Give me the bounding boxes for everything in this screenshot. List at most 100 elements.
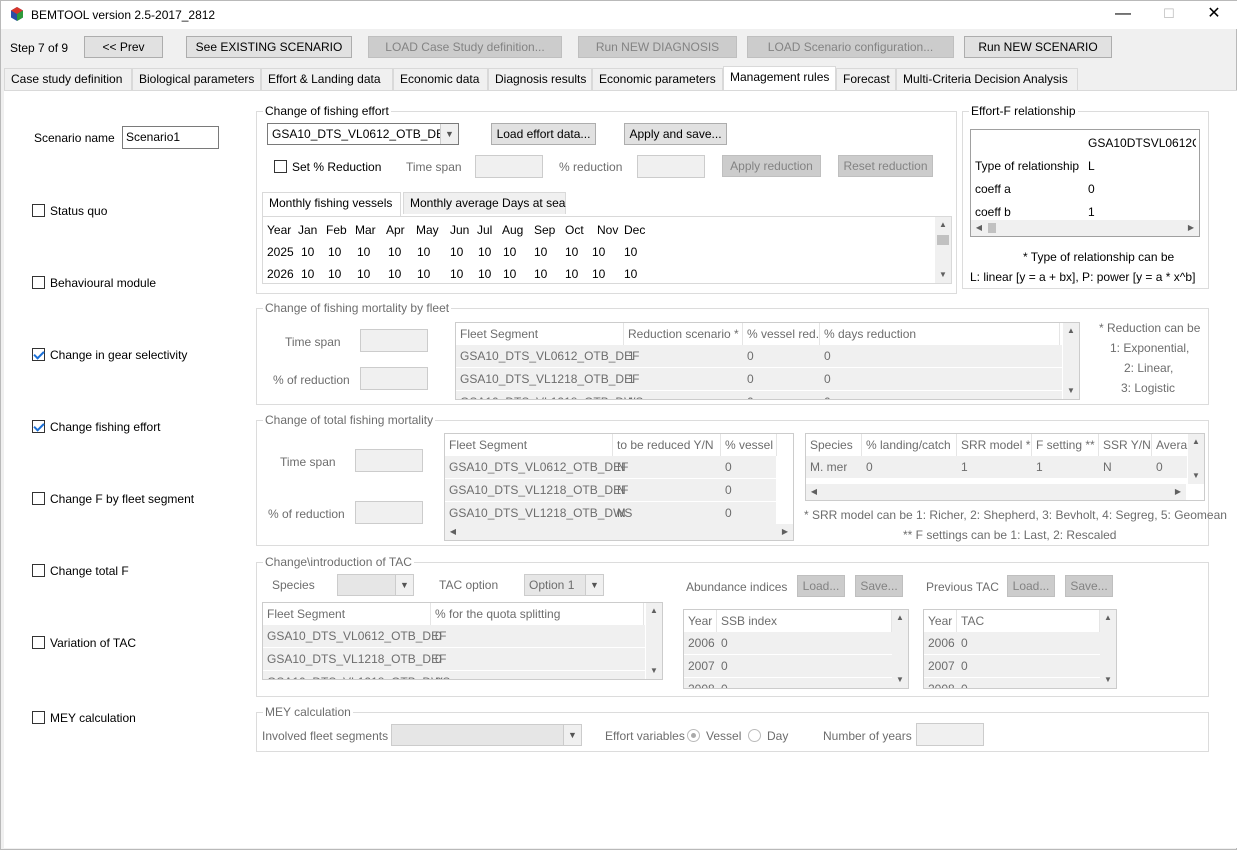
scroll-up-icon[interactable]: ▲ bbox=[1063, 323, 1079, 339]
mey-calculation-checkbox[interactable] bbox=[32, 711, 45, 724]
horizontal-scrollbar[interactable]: ◀ ▶ bbox=[806, 484, 1186, 500]
table-row[interactable]: 2025 10 10 10 10 10 10 10 10 10 10 10 10 bbox=[263, 241, 951, 263]
table-row[interactable]: 2007 0 bbox=[924, 655, 1100, 677]
number-of-years-input[interactable] bbox=[916, 723, 984, 746]
abundance-load-button[interactable]: Load... bbox=[797, 575, 845, 597]
previous-tac-load-button[interactable]: Load... bbox=[1007, 575, 1055, 597]
tab-case-study[interactable]: Case study definition bbox=[4, 68, 132, 90]
effort-f-table[interactable]: GSA10DTSVL0612OTI Type of relationshipL … bbox=[970, 129, 1200, 237]
scroll-down-icon[interactable]: ▼ bbox=[1188, 468, 1204, 484]
vertical-scrollbar[interactable]: ▲ ▼ bbox=[1063, 323, 1079, 399]
reset-reduction-button[interactable]: Reset reduction bbox=[838, 155, 933, 177]
minimize-button[interactable]: — bbox=[1100, 1, 1146, 29]
apply-reduction-button[interactable]: Apply reduction bbox=[722, 155, 821, 177]
effort-time-span-input[interactable] bbox=[475, 155, 543, 178]
scroll-up-icon[interactable]: ▲ bbox=[1188, 434, 1204, 450]
fleet-pct-reduction-input[interactable] bbox=[360, 367, 428, 390]
scroll-left-icon[interactable]: ◀ bbox=[445, 524, 461, 540]
apply-save-button[interactable]: Apply and save... bbox=[624, 123, 727, 145]
tab-biological[interactable]: Biological parameters bbox=[132, 68, 261, 90]
table-row[interactable]: Type of relationship L bbox=[971, 155, 1199, 177]
scroll-right-icon[interactable]: ▶ bbox=[1170, 484, 1186, 500]
total-fleet-table[interactable]: Fleet Segment to be reduced Y/N % vessel… bbox=[444, 433, 794, 541]
scroll-right-icon[interactable]: ▶ bbox=[777, 524, 793, 540]
scroll-right-icon[interactable]: ▶ bbox=[1183, 220, 1199, 236]
set-reduction-checkbox[interactable] bbox=[274, 160, 287, 173]
tab-effort-landing[interactable]: Effort & Landing data bbox=[261, 68, 393, 90]
scroll-up-icon[interactable]: ▲ bbox=[935, 217, 951, 233]
tab-diagnosis[interactable]: Diagnosis results bbox=[488, 68, 592, 90]
tab-economic-data[interactable]: Economic data bbox=[393, 68, 488, 90]
horizontal-scrollbar[interactable]: ◀ ▶ bbox=[445, 524, 793, 540]
scroll-up-icon[interactable]: ▲ bbox=[892, 610, 908, 626]
run-new-scenario-button[interactable]: Run NEW SCENARIO bbox=[964, 36, 1112, 58]
scroll-left-icon[interactable]: ◀ bbox=[971, 220, 987, 236]
close-button[interactable]: ✕ bbox=[1191, 1, 1237, 29]
fleet-mortality-table[interactable]: Fleet Segment Reduction scenario * % ves… bbox=[455, 322, 1080, 400]
table-row[interactable]: GSA10_DTS_VL1218_OTB_DWS1 0 0 bbox=[456, 391, 1062, 399]
tac-option-select[interactable]: Option 1 ▼ bbox=[524, 574, 604, 596]
load-effort-button[interactable]: Load effort data... bbox=[491, 123, 596, 145]
effort-pct-reduction-input[interactable] bbox=[637, 155, 705, 178]
maximize-button[interactable]: ☐ bbox=[1146, 1, 1192, 29]
table-row[interactable]: M. mer 0 1 1 N 0 bbox=[806, 456, 1187, 478]
day-radio[interactable] bbox=[748, 729, 761, 742]
ssb-index-table[interactable]: Year SSB index 2006 0 2007 0 2008 0 ▲ ▼ bbox=[683, 609, 909, 689]
vertical-scrollbar[interactable]: ▲ ▼ bbox=[646, 603, 662, 679]
fishing-effort-checkbox[interactable] bbox=[32, 420, 45, 433]
fleet-segment-select[interactable]: GSA10_DTS_VL0612_OTB_DEF ▼ bbox=[267, 123, 459, 145]
table-row[interactable]: GSA10_DTS_VL1218_OTB_DEF 0 bbox=[263, 648, 645, 670]
previous-tac-save-button[interactable]: Save... bbox=[1065, 575, 1113, 597]
status-quo-checkbox[interactable] bbox=[32, 204, 45, 217]
f-by-fleet-checkbox[interactable] bbox=[32, 492, 45, 505]
monthly-vessels-table[interactable]: Year Jan Feb Mar Apr May Jun Jul Aug Sep… bbox=[262, 216, 952, 284]
see-existing-scenario-button[interactable]: See EXISTING SCENARIO bbox=[186, 36, 352, 58]
table-row[interactable]: 2026 10 10 10 10 10 10 10 10 10 10 10 10 bbox=[263, 263, 951, 283]
total-f-checkbox[interactable] bbox=[32, 564, 45, 577]
scenario-name-input[interactable]: Scenario1 bbox=[122, 126, 219, 149]
scroll-down-icon[interactable]: ▼ bbox=[1063, 383, 1079, 399]
table-row[interactable]: 2008 0 bbox=[924, 678, 1100, 688]
abundance-save-button[interactable]: Save... bbox=[855, 575, 903, 597]
tac-variation-checkbox[interactable] bbox=[32, 636, 45, 649]
load-scenario-config-button[interactable]: LOAD Scenario configuration... bbox=[747, 36, 954, 58]
scroll-left-icon[interactable]: ◀ bbox=[806, 484, 822, 500]
scroll-down-icon[interactable]: ▼ bbox=[1100, 672, 1116, 688]
scroll-up-icon[interactable]: ▲ bbox=[1100, 610, 1116, 626]
vertical-scrollbar[interactable]: ▲ ▼ bbox=[1100, 610, 1116, 688]
species-table[interactable]: Species % landing/catch SRR model * F se… bbox=[805, 433, 1205, 501]
table-row[interactable]: 2007 0 bbox=[684, 655, 892, 677]
scroll-down-icon[interactable]: ▼ bbox=[646, 663, 662, 679]
previous-tac-table[interactable]: Year TAC 2006 0 2007 0 2008 0 ▲ ▼ bbox=[923, 609, 1117, 689]
behavioural-module-checkbox[interactable] bbox=[32, 276, 45, 289]
table-row[interactable]: GSA10_DTS_VL1218_OTB_DWS0 bbox=[263, 671, 645, 679]
vessel-radio[interactable] bbox=[687, 729, 700, 742]
run-new-diagnosis-button[interactable]: Run NEW DIAGNOSIS bbox=[578, 36, 737, 58]
table-row[interactable]: GSA10_DTS_VL0612_OTB_DEF 0 bbox=[263, 625, 645, 647]
tab-monthly-days-at-sea[interactable]: Monthly average Days at sea bbox=[403, 192, 566, 214]
table-row[interactable]: 2006 0 bbox=[684, 632, 892, 654]
quota-split-table[interactable]: Fleet Segment % for the quota splitting … bbox=[262, 602, 663, 680]
tab-forecast[interactable]: Forecast bbox=[836, 68, 896, 90]
fleet-time-span-input[interactable] bbox=[360, 329, 428, 352]
gear-selectivity-checkbox[interactable] bbox=[32, 348, 45, 361]
table-row[interactable]: 2008 0 bbox=[684, 678, 892, 688]
table-row[interactable]: GSA10_DTS_VL0612_OTB_DEF 1 0 0 bbox=[456, 345, 1062, 367]
total-pct-reduction-input[interactable] bbox=[355, 501, 423, 524]
prev-button[interactable]: << Prev bbox=[84, 36, 163, 58]
involved-fleet-select[interactable]: ▼ bbox=[391, 724, 582, 746]
vertical-scrollbar[interactable]: ▲ ▼ bbox=[935, 217, 951, 283]
tab-monthly-vessels[interactable]: Monthly fishing vessels bbox=[262, 192, 401, 216]
total-time-span-input[interactable] bbox=[355, 449, 423, 472]
table-row[interactable]: coeff a 0 bbox=[971, 178, 1199, 200]
table-row[interactable]: GSA10_DTS_VL0612_OTB_DEF N 0 bbox=[445, 456, 776, 478]
table-row[interactable]: GSA10_DTS_VL1218_OTB_DWS N 0 bbox=[445, 502, 776, 524]
vertical-scrollbar[interactable]: ▲ ▼ bbox=[892, 610, 908, 688]
horizontal-scrollbar[interactable]: ◀ ▶ bbox=[971, 220, 1199, 236]
tac-species-select[interactable]: ▼ bbox=[337, 574, 414, 596]
tab-mcda[interactable]: Multi-Criteria Decision Analysis bbox=[896, 68, 1078, 90]
load-case-study-button[interactable]: LOAD Case Study definition... bbox=[368, 36, 562, 58]
vertical-scrollbar[interactable]: ▲ ▼ bbox=[1188, 434, 1204, 484]
tab-economic-params[interactable]: Economic parameters bbox=[592, 68, 723, 90]
scroll-up-icon[interactable]: ▲ bbox=[646, 603, 662, 619]
